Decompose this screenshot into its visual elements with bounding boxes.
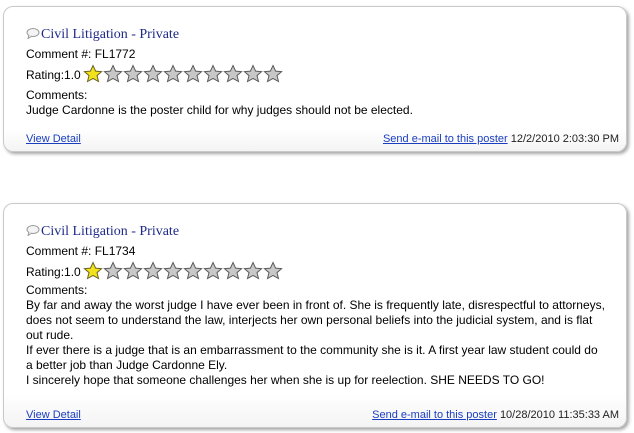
comment-footer-meta: Send e-mail to this poster 12/2/2010 2:0… [383, 133, 619, 146]
timestamp: 12/2/2010 2:03:30 PM [510, 133, 619, 145]
comment-body: Judge Cardonne is the poster child for w… [26, 103, 606, 118]
star-icon [222, 261, 243, 280]
comment-title: Civil Litigation - Private [41, 224, 180, 239]
star-icon [202, 64, 223, 83]
send-email-link[interactable]: Send e-mail to this poster [372, 409, 497, 421]
rating-label: Rating:1.0 [26, 68, 81, 82]
rating-stars [82, 261, 283, 280]
comment-title-line: Civil Litigation - Private [26, 223, 179, 240]
star-icon [222, 64, 243, 83]
rating-stars [82, 64, 283, 83]
comment-number: Comment #: FL1734 [26, 244, 136, 258]
view-detail-link[interactable]: View Detail [26, 409, 81, 422]
rating-label: Rating:1.0 [26, 265, 81, 279]
star-icon [102, 64, 123, 83]
star-icon [122, 64, 143, 83]
speech-bubble-icon [26, 225, 40, 237]
comment-card: Civil Litigation - Private Comment #: FL… [3, 203, 627, 428]
star-icon [182, 261, 203, 280]
comments-label: Comments: [26, 88, 88, 102]
comments-label: Comments: [26, 283, 88, 297]
star-icon [262, 64, 283, 83]
speech-bubble-icon [26, 28, 40, 40]
timestamp: 10/28/2010 11:35:33 AM [499, 409, 619, 421]
rating-row: Rating:1.0 [26, 261, 283, 280]
star-icon [242, 261, 263, 280]
comment-number: Comment #: FL1772 [26, 47, 136, 61]
comment-paragraph: If ever there is a judge that is an emba… [26, 343, 598, 372]
comment-footer-meta: Send e-mail to this poster 10/28/2010 11… [372, 409, 619, 422]
star-icon [262, 261, 283, 280]
star-icon [182, 64, 203, 83]
comment-paragraph: By far and away the worst judge I have e… [26, 298, 605, 342]
star-icon [122, 261, 143, 280]
comment-paragraph: I sincerely hope that someone challenges… [26, 373, 545, 387]
rating-row: Rating:1.0 [26, 64, 283, 83]
comment-card: Civil Litigation - Private Comment #: FL… [3, 6, 627, 152]
star-icon [162, 64, 183, 83]
comment-title-line: Civil Litigation - Private [26, 26, 179, 43]
star-icon [162, 261, 183, 280]
star-icon [102, 261, 123, 280]
comment-body: By far and away the worst judge I have e… [26, 298, 606, 388]
star-icon [202, 261, 223, 280]
comment-paragraph: Judge Cardonne is the poster child for w… [26, 103, 413, 117]
comment-title: Civil Litigation - Private [41, 27, 180, 42]
star-icon [242, 64, 263, 83]
send-email-link[interactable]: Send e-mail to this poster [383, 133, 508, 145]
star-icon [82, 64, 103, 83]
view-detail-link[interactable]: View Detail [26, 133, 81, 146]
star-icon [82, 261, 103, 280]
star-icon [142, 261, 163, 280]
star-icon [142, 64, 163, 83]
